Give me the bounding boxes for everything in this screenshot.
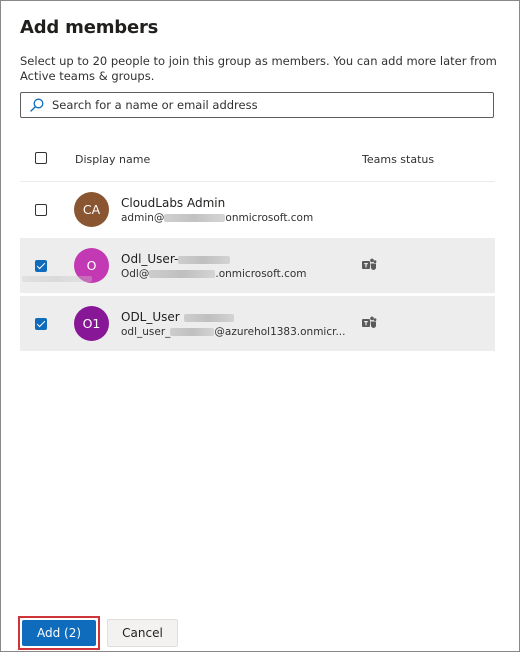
member-name: CloudLabs Admin [121,196,226,210]
column-teams-status[interactable]: Teams status [362,153,434,166]
redacted-text [178,255,231,264]
select-all-checkbox[interactable] [35,152,47,164]
table-row[interactable]: O Odl_User- Odl@ .onmicrosoft.com [20,238,495,293]
redacted-text [149,270,216,278]
teams-icon [362,316,377,328]
members-table: Display name Teams status CA CloudLabs A… [20,139,495,351]
table-row[interactable]: CA CloudLabs Admin admin@ onmicrosoft.com [20,182,495,238]
row-checkbox[interactable] [35,318,47,330]
member-name: ODL_User [121,310,234,324]
row-checkbox[interactable] [35,260,47,272]
member-email: admin@ onmicrosoft.com [121,212,313,224]
cancel-button[interactable]: Cancel [107,619,178,647]
member-name-text: ODL_User [121,310,180,324]
email-suffix: onmicrosoft.com [225,212,314,224]
member-email: odl_user_ @azurehol1383.onmicr... [121,326,346,338]
search-input[interactable] [52,95,493,115]
redacted-text [164,214,226,222]
redacted-text [183,313,234,322]
email-suffix: .onmicrosoft.com [215,268,307,280]
member-name: Odl_User- [121,252,231,266]
row-checkbox[interactable] [35,204,47,216]
dialog-title: Add members [20,17,159,38]
member-name-text: Odl_User- [121,252,179,266]
redacted-text [170,328,215,336]
add-button[interactable]: Add (2) [22,620,96,646]
avatar: O1 [74,306,109,341]
teams-icon [362,258,377,270]
add-members-dialog: Add members Select up to 20 people to jo… [0,0,520,652]
drag-ghost [22,274,92,284]
search-icon [30,98,44,112]
table-row[interactable]: O1 ODL_User odl_user_ @azurehol1383.onmic… [20,296,495,351]
dialog-description: Select up to 20 people to join this grou… [20,54,497,83]
member-email: Odl@ .onmicrosoft.com [121,268,307,280]
email-prefix: odl_user_ [121,326,171,338]
search-box[interactable] [20,92,494,118]
avatar: CA [74,192,109,227]
column-display-name[interactable]: Display name [75,153,150,166]
email-suffix: @azurehol1383.onmicr... [214,326,346,338]
email-prefix: admin@ [121,212,165,224]
table-header: Display name Teams status [20,139,495,182]
redacted-text [22,275,92,282]
email-prefix: Odl@ [121,268,150,280]
